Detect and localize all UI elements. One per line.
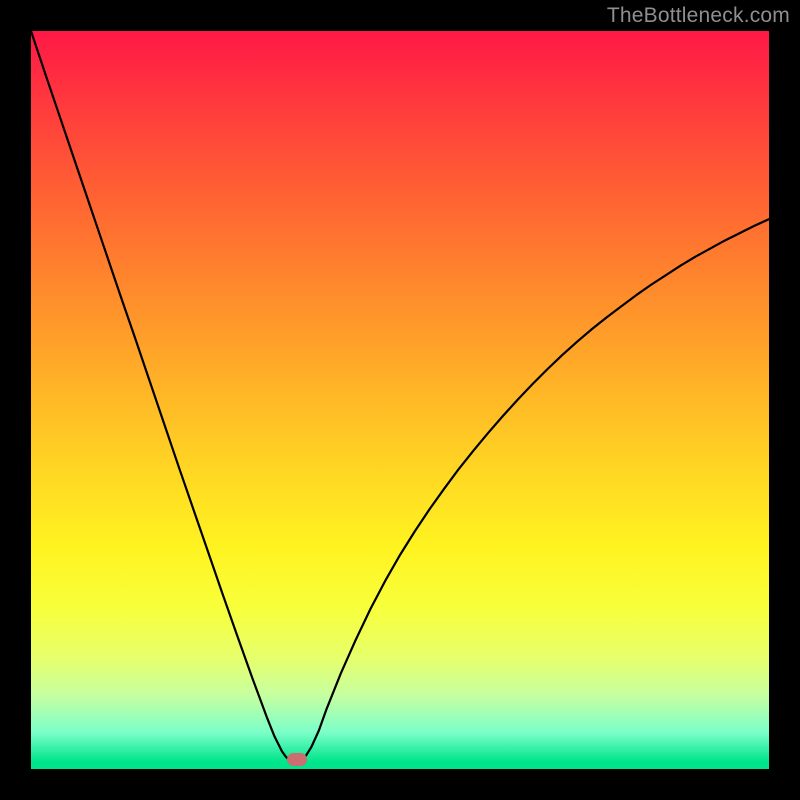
plot-area xyxy=(31,31,769,769)
watermark-text: TheBottleneck.com xyxy=(607,4,790,28)
chart-frame: TheBottleneck.com xyxy=(0,0,800,800)
bottleneck-curve xyxy=(31,31,769,769)
optimum-marker xyxy=(287,753,307,766)
